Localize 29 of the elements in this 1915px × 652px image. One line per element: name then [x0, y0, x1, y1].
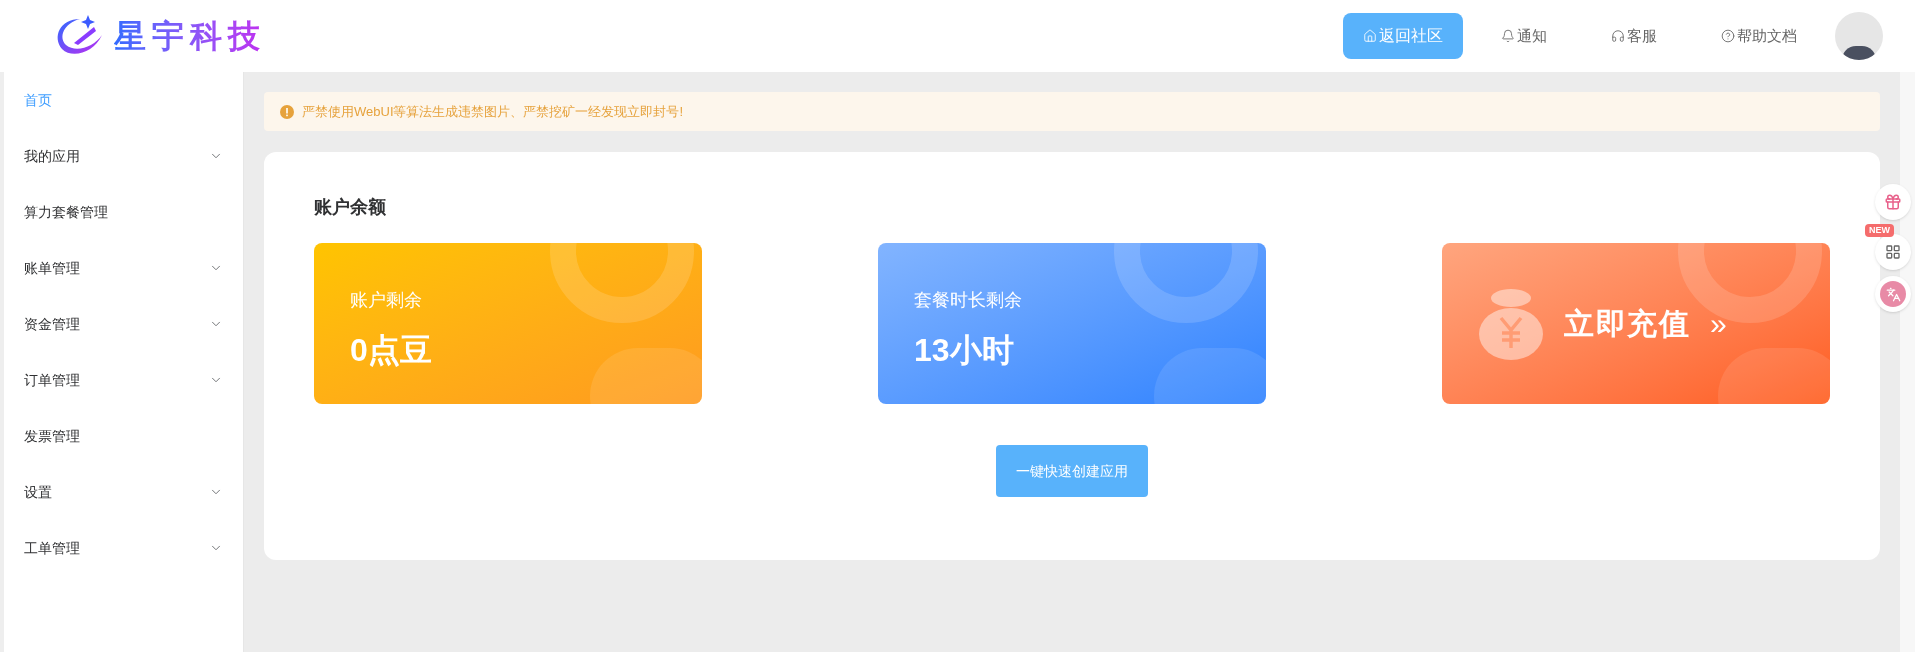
stat-label: 套餐时长剩余 [914, 289, 1023, 312]
section-title: 账户余额 [314, 196, 387, 219]
bell-icon [1501, 29, 1515, 43]
new-badge: NEW [1865, 224, 1894, 237]
sidebar-item[interactable]: 算力套餐管理 [4, 184, 243, 240]
sidebar-item[interactable]: 订单管理 [4, 352, 243, 408]
gift-icon [1884, 193, 1902, 211]
sidebar-item[interactable]: 工单管理 [4, 520, 243, 576]
stat-value: 0点豆 [350, 331, 433, 370]
nav-link[interactable]: 客服 [1603, 13, 1683, 59]
sidebar-item[interactable]: 账单管理 [4, 240, 243, 296]
sidebar-item[interactable]: 发票管理 [4, 408, 243, 464]
sidebar-item[interactable]: 我的应用 [4, 128, 243, 184]
money-bag-icon [1478, 287, 1544, 360]
grid-icon [1885, 244, 1901, 260]
help-icon [1721, 29, 1735, 43]
nav-link[interactable]: 通知 [1493, 13, 1573, 59]
headset-icon [1611, 29, 1625, 43]
avatar[interactable] [1835, 12, 1883, 60]
home-icon [1363, 29, 1377, 43]
scrollbar[interactable] [1900, 72, 1915, 652]
stat-label: 账户剩余 [350, 289, 423, 312]
warning-icon [280, 104, 294, 119]
warning-text: 严禁使用WebUI等算法生成违禁图片、严禁挖矿一经发现立即封号! [302, 102, 684, 121]
nav-link[interactable]: 帮助文档 [1713, 13, 1805, 59]
sidebar-item[interactable]: 资金管理 [4, 296, 243, 352]
translate-icon [1885, 286, 1901, 302]
sidebar-item[interactable]: 设置 [4, 464, 243, 520]
stat-value: 13小时 [914, 331, 1015, 370]
